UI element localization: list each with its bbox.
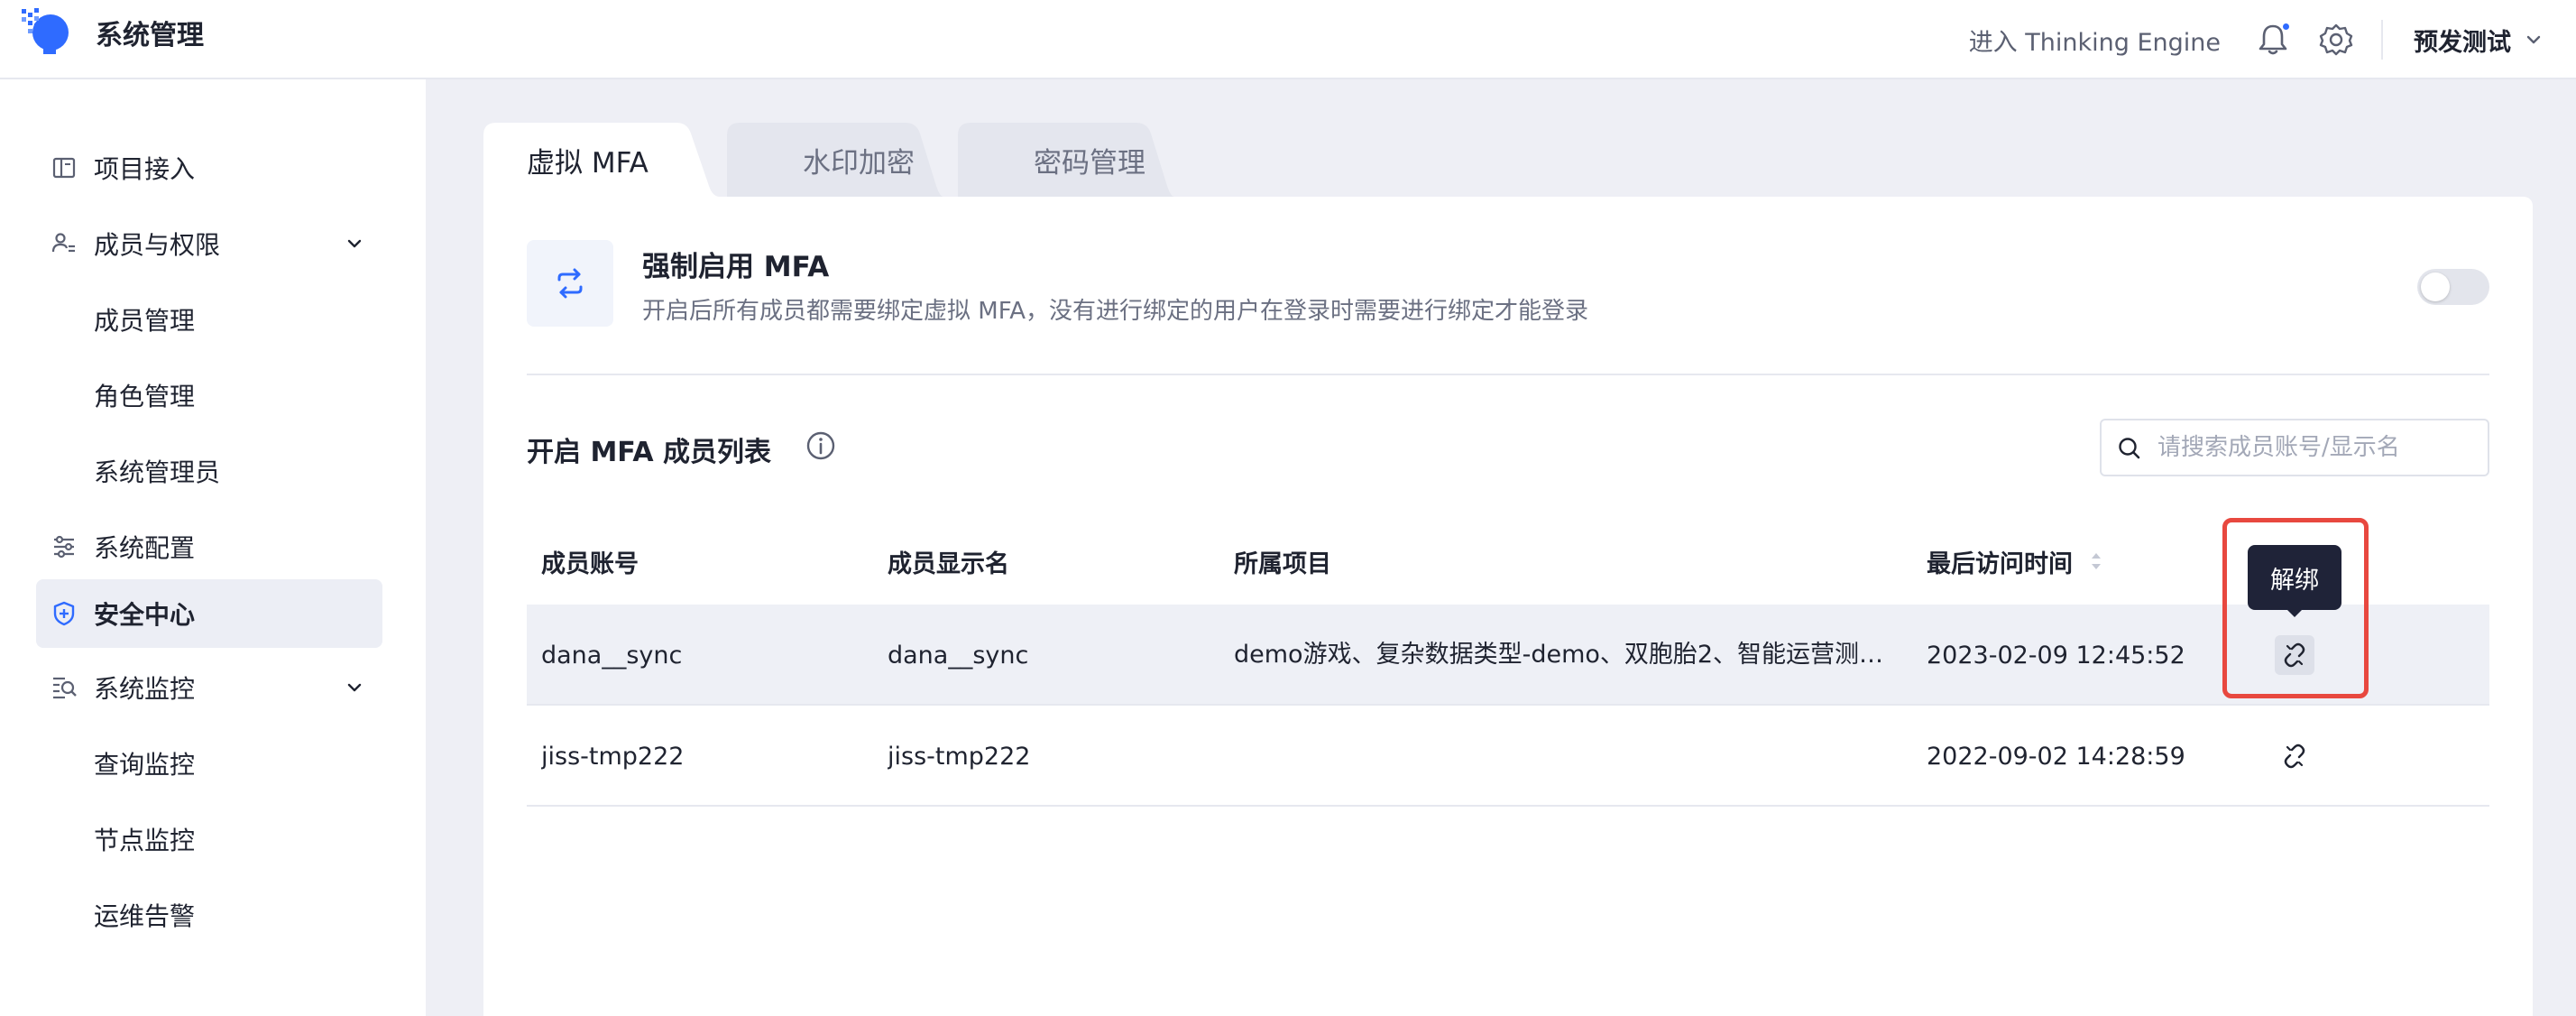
table-row[interactable]: jiss-tmp222 jiss-tmp222 2022-09-02 14:28… [527, 706, 2489, 807]
sync-icon [557, 268, 583, 299]
tab-label: 虚拟 MFA [527, 146, 649, 180]
cell-projects: demo游戏、复杂数据类型-demo、双胞胎2、智能运营测… [1234, 641, 1884, 669]
member-search-box[interactable] [2100, 419, 2489, 476]
members-icon [51, 233, 75, 253]
sidebar-item-label: 系统配置 [94, 533, 196, 563]
table-row[interactable]: dana__sync dana__sync demo游戏、复杂数据类型-demo… [527, 605, 2489, 706]
sidebar-item-ops-alerts[interactable]: 运维告警 [36, 881, 382, 949]
sidebar-item-label: 节点监控 [94, 826, 196, 855]
highlight-annotation-box [2222, 518, 2369, 698]
sidebar-item-node-monitor[interactable]: 节点监控 [36, 805, 382, 873]
cell-last-access: 2022-09-02 14:28:59 [1927, 742, 2185, 771]
sidebar-item-label: 成员管理 [94, 306, 196, 336]
info-icon[interactable] [805, 429, 837, 462]
notification-button[interactable] [2255, 22, 2291, 58]
chevron-down-icon [347, 683, 362, 692]
enter-thinking-engine-link[interactable]: 进入 Thinking Engine [1969, 23, 2221, 58]
gear-icon[interactable] [2318, 22, 2354, 58]
column-header-projects: 所属项目 [1234, 550, 1331, 578]
sidebar-item-role-management[interactable]: 角色管理 [36, 361, 382, 429]
column-header-last-access[interactable]: 最后访问时间 [1927, 518, 2105, 605]
tab-watermark-encryption[interactable]: 水印加密 [727, 123, 943, 197]
chevron-down-icon[interactable] [2524, 30, 2544, 50]
column-header-account: 成员账号 [541, 550, 639, 578]
sort-icon[interactable] [2087, 549, 2105, 574]
environment-selector[interactable]: 预发测试 [2414, 23, 2511, 58]
cell-account: jiss-tmp222 [541, 742, 685, 771]
member-list-title: 开启 MFA 成员列表 [527, 437, 772, 468]
sidebar: 项目接入 成员与权限 成员管理 角色管理 系统管理员 系统配置 安全中心 系统监… [0, 79, 426, 1016]
tab-label: 水印加密 [803, 146, 915, 180]
brain-logo-icon[interactable] [16, 4, 70, 54]
shield-icon [53, 601, 75, 626]
sidebar-item-label: 角色管理 [94, 382, 196, 411]
unbind-button[interactable] [2275, 736, 2314, 776]
sidebar-item-query-monitor[interactable]: 查询监控 [36, 729, 382, 798]
sidebar-item-label: 查询监控 [94, 750, 196, 780]
mfa-enforce-description: 开启后所有成员都需要绑定虚拟 MFA，没有进行绑定的用户在登录时需要进行绑定才能… [642, 298, 1589, 325]
tab-virtual-mfa[interactable]: 虚拟 MFA [483, 123, 720, 197]
header-divider [2381, 20, 2383, 60]
app-title: 系统管理 [96, 20, 204, 51]
toggle-knob [2421, 272, 2450, 301]
table-header: 成员账号 成员显示名 所属项目 最后访问时间 [527, 518, 2489, 605]
sidebar-item-system-monitor[interactable]: 系统监控 [36, 653, 382, 722]
search-icon [2119, 438, 2140, 459]
mfa-enforce-toggle[interactable] [2417, 269, 2489, 305]
column-header-display-name: 成员显示名 [888, 550, 1009, 578]
section-divider [527, 374, 2489, 375]
sliders-icon [54, 535, 74, 559]
sidebar-item-label: 成员与权限 [94, 230, 221, 260]
sidebar-item-member-management[interactable]: 成员管理 [36, 285, 382, 354]
cell-display-name: dana__sync [888, 641, 1029, 670]
column-header-label: 最后访问时间 [1927, 550, 2073, 578]
sidebar-item-label: 安全中心 [94, 600, 196, 630]
sidebar-item-label: 项目接入 [94, 154, 196, 184]
cell-account: dana__sync [541, 641, 683, 670]
tab-label: 密码管理 [1034, 146, 1145, 180]
unlink-icon [2284, 744, 2305, 769]
sidebar-item-label: 系统监控 [94, 674, 196, 704]
member-search-input[interactable] [2157, 420, 2482, 475]
notification-dot [2281, 22, 2291, 32]
top-bar: 系统管理 进入 Thinking Engine 预发测试 [0, 0, 2576, 79]
mfa-enforce-title: 强制启用 MFA [642, 251, 830, 283]
sidebar-item-members-permissions[interactable]: 成员与权限 [36, 209, 382, 278]
cell-last-access: 2023-02-09 12:45:52 [1927, 641, 2185, 670]
monitor-search-icon [53, 677, 77, 699]
sidebar-item-security-center[interactable]: 安全中心 [36, 579, 382, 648]
tab-password-management[interactable]: 密码管理 [958, 123, 1174, 197]
sidebar-item-label: 运维告警 [94, 901, 196, 931]
chevron-down-icon [347, 239, 362, 248]
mfa-icon-box [527, 240, 613, 327]
book-icon [52, 157, 76, 179]
sidebar-item-project-access[interactable]: 项目接入 [36, 134, 382, 202]
sidebar-item-system-config[interactable]: 系统配置 [36, 513, 382, 581]
cell-display-name: jiss-tmp222 [888, 742, 1031, 771]
sidebar-item-system-admins[interactable]: 系统管理员 [36, 437, 382, 505]
sidebar-item-label: 系统管理员 [94, 457, 221, 487]
cell-projects [1234, 706, 1901, 807]
